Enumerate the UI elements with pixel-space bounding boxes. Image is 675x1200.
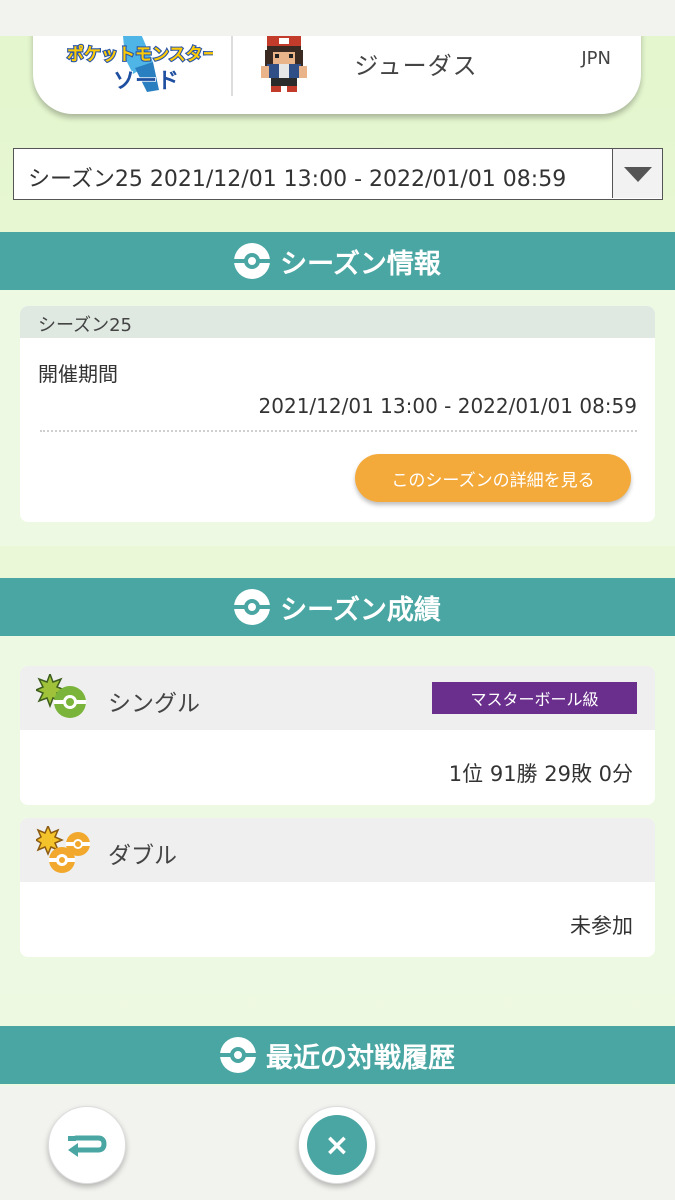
season-select-arrow[interactable]	[612, 149, 662, 198]
single-battle-icon	[36, 674, 86, 718]
season-card-title: シーズン25	[20, 306, 655, 338]
rank-badge: マスターボール級	[432, 682, 637, 714]
recent-battles-heading: 最近の対戦履歴	[266, 1042, 455, 1074]
result-value: 未参加	[570, 914, 633, 938]
result-single: シングル マスターボール級 1位 91勝 29敗 0分	[20, 666, 655, 805]
season-detail-button[interactable]: このシーズンの詳細を見る	[355, 454, 631, 502]
bottom-nav: ×	[0, 1086, 675, 1200]
back-arrow-icon	[68, 1135, 107, 1157]
season-results-header: シーズン成績	[0, 578, 675, 636]
game-logo: ポケットモンスター ソード	[66, 36, 213, 94]
pokeball-icon	[234, 243, 271, 279]
season-results-heading: シーズン成績	[280, 594, 441, 626]
close-button[interactable]: ×	[298, 1106, 376, 1184]
result-name: シングル	[108, 691, 200, 717]
profile-divider	[231, 36, 233, 96]
trainer-avatar	[261, 36, 307, 92]
recent-battles-header: 最近の対戦履歴	[0, 1026, 675, 1084]
result-single-header: シングル マスターボール級	[20, 666, 655, 730]
result-double-header: ダブル	[20, 818, 655, 882]
result-double: ダブル 未参加	[20, 818, 655, 957]
close-icon: ×	[307, 1115, 367, 1175]
profile-card: ポケットモンスター ソード ジューダス JPN	[33, 36, 641, 114]
pokeball-icon	[220, 1037, 256, 1073]
season-info-section: シーズン25 開催期間 2021/12/01 13:00 - 2022/01/0…	[0, 290, 675, 546]
season-results-section: シングル マスターボール級 1位 91勝 29敗 0分 ダブル 未参加	[0, 636, 675, 994]
svg-text:ソード: ソード	[113, 69, 179, 94]
season-info-heading: シーズン情報	[280, 248, 441, 280]
season-info-header: シーズン情報	[0, 232, 675, 290]
pokeball-icon	[234, 589, 271, 625]
chevron-down-icon	[624, 167, 652, 182]
region-label: JPN	[581, 48, 611, 69]
result-name: ダブル	[108, 843, 177, 869]
dotted-divider	[40, 430, 637, 432]
season-select[interactable]: シーズン25 2021/12/01 13:00 - 2022/01/01 08:…	[13, 148, 663, 200]
season-info-card: シーズン25 開催期間 2021/12/01 13:00 - 2022/01/0…	[20, 306, 655, 522]
period-value: 2021/12/01 13:00 - 2022/01/01 08:59	[258, 394, 637, 418]
season-select-value: シーズン25 2021/12/01 13:00 - 2022/01/01 08:…	[28, 167, 567, 192]
double-battle-icon	[36, 826, 90, 873]
back-button[interactable]	[48, 1106, 126, 1184]
top-bar	[0, 0, 675, 36]
scroll-content[interactable]: ポケットモンスター ソード ジューダス JPN シーズン25 2021/12/0	[0, 36, 675, 1086]
player-name: ジューダス	[354, 52, 478, 80]
result-value: 1位 91勝 29敗 0分	[448, 762, 633, 786]
period-label: 開催期間	[38, 362, 118, 386]
svg-text:ポケットモンスター: ポケットモンスター	[67, 44, 213, 65]
